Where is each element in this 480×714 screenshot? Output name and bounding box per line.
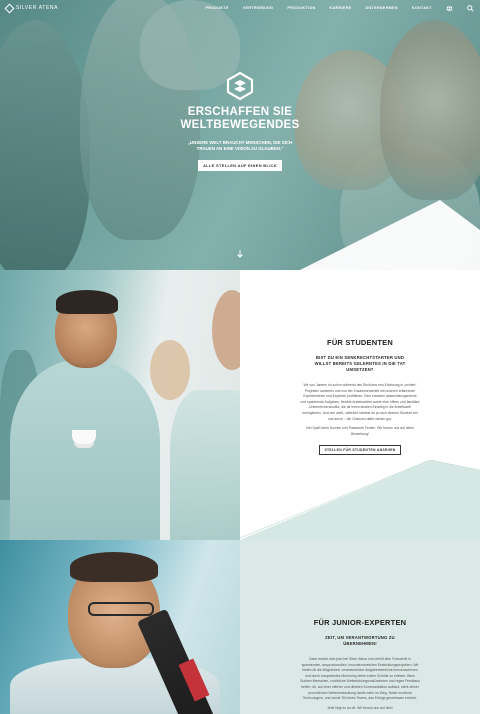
arrow-down-icon[interactable] <box>235 250 245 260</box>
students-body: Wir von Janeen du schon während des Stud… <box>300 383 420 421</box>
nav-item-vertriebung[interactable]: VERTRIEBUNG <box>243 6 274 10</box>
juniors-body: Dann bewirb dich jetzt bei Silver Atena … <box>300 657 420 701</box>
students-lead: BIST DU EIN SENKRECHTSTARTER UND WILLST … <box>314 355 406 372</box>
hero-title: ERSCHAFFEN SIE WELTBEWEGENDES <box>0 106 480 132</box>
nav-item-unternehmen[interactable]: UNTERNEHMEN <box>366 6 398 10</box>
hero-section: SILVER ATENA PRODUKTE VERTRIEBUNG PRODUK… <box>0 0 480 270</box>
company-logo-icon <box>226 71 254 101</box>
juniors-body-closing: Jetzt liegt es an dir. Wir freuen uns au… <box>327 705 393 710</box>
photo-person-hair <box>70 552 158 582</box>
students-photo <box>0 270 240 540</box>
nav-item-produkte[interactable]: PRODUKTE <box>205 6 228 10</box>
students-body-closing: Viel Spaß beim Suchen und Passende Finde… <box>305 426 415 436</box>
photo-person-hair <box>56 290 118 314</box>
nav-item-karriere[interactable]: KARRIERE <box>330 6 352 10</box>
juniors-panel: FÜR JUNIOR-EXPERTEN ZEIT, UM VERANTWORTU… <box>240 540 480 714</box>
students-jobs-button[interactable]: STELLEN FÜR STUDENTEN ANSEHEN <box>319 445 401 456</box>
globe-icon[interactable] <box>446 5 453 12</box>
hero-title-line-2: WELTBEWEGENDES <box>180 119 300 131</box>
photo-bg-person <box>170 390 240 540</box>
brand-name: SILVER ATENA <box>16 5 59 11</box>
hero-title-line-1: ERSCHAFFEN SIE <box>187 106 293 118</box>
nav-item-produktion[interactable]: PRODUKTION <box>287 6 315 10</box>
photo-bg-person <box>212 290 240 370</box>
juniors-photo <box>0 540 240 714</box>
top-navigation: SILVER ATENA PRODUKTE VERTRIEBUNG PRODUK… <box>0 0 480 16</box>
brand[interactable]: SILVER ATENA <box>4 3 59 13</box>
juniors-title: FÜR JUNIOR-EXPERTEN <box>313 618 407 627</box>
nav-item-kontakt[interactable]: KONTAKT <box>412 6 432 10</box>
students-title: FÜR STUDENTEN <box>327 338 393 347</box>
juniors-content: FÜR JUNIOR-EXPERTEN ZEIT, UM VERANTWORTU… <box>240 618 480 711</box>
juniors-lead: ZEIT, UM VERANTWORTUNG ZU ÜBERNEHMEN! <box>325 635 395 646</box>
students-content: FÜR STUDENTEN BIST DU EIN SENKRECHTSTART… <box>240 338 480 456</box>
students-section: FÜR STUDENTEN BIST DU EIN SENKRECHTSTART… <box>0 270 480 540</box>
glasses <box>88 602 154 616</box>
hero-quote: „UNSERE WELT BRAUCHT MENSCHEN, DIE SICH … <box>187 140 293 152</box>
coffee-cup <box>72 430 96 444</box>
students-panel: FÜR STUDENTEN BIST DU EIN SENKRECHTSTART… <box>240 270 480 540</box>
panel-wedge <box>240 460 480 540</box>
photo-person-body <box>10 360 160 540</box>
hero-content: ERSCHAFFEN SIE WELTBEWEGENDES „UNSERE WE… <box>0 71 480 172</box>
main-menu: PRODUKTE VERTRIEBUNG PRODUKTION KARRIERE… <box>205 4 474 12</box>
all-jobs-button[interactable]: ALLE STELLEN AUF EINEN BLICK <box>197 160 283 172</box>
brand-logo-icon <box>4 3 15 13</box>
juniors-section: FÜR JUNIOR-EXPERTEN ZEIT, UM VERANTWORTU… <box>0 540 480 714</box>
search-icon[interactable] <box>467 4 474 12</box>
photo-bg-person <box>150 340 190 400</box>
